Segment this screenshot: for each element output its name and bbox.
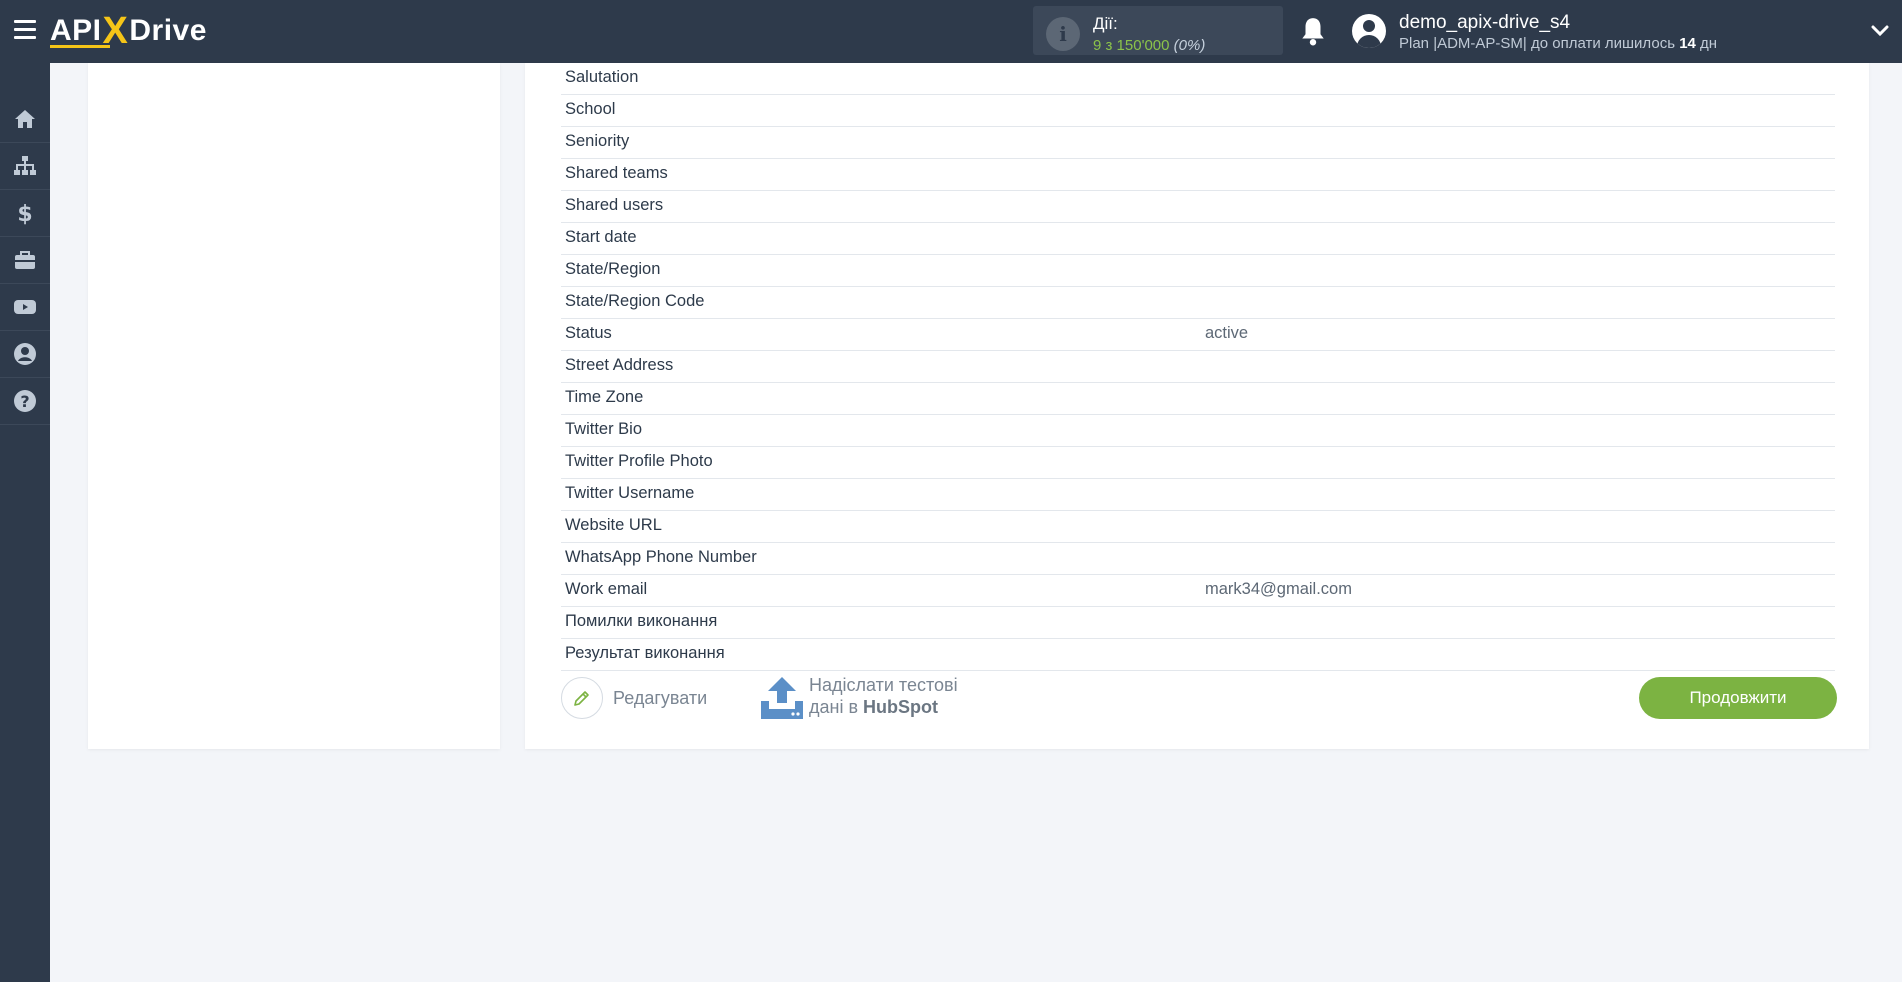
action-footer: Редагувати Надіслати тестові дані в HubS… bbox=[561, 673, 1837, 723]
edit-button[interactable]: Редагувати bbox=[561, 677, 707, 719]
briefcase-icon bbox=[15, 250, 35, 269]
send-label-line2: дані в HubSpot bbox=[809, 697, 938, 718]
field-name: State/Region Code bbox=[565, 292, 705, 310]
field-name: Shared teams bbox=[565, 164, 668, 182]
bell-icon[interactable] bbox=[1300, 16, 1326, 46]
top-bar: API X Drive i Дії: 9 з 150'000 (0%) demo_a… bbox=[0, 0, 1902, 63]
table-row: State/Region bbox=[561, 255, 1835, 287]
send-label-prefix: дані в bbox=[809, 697, 864, 717]
table-row: School bbox=[561, 95, 1835, 127]
field-name: Twitter Username bbox=[565, 484, 695, 502]
table-row: Помилки виконання bbox=[561, 607, 1835, 639]
plan-days: 14 bbox=[1679, 35, 1696, 52]
logo-drive-text: Drive bbox=[129, 14, 207, 47]
field-name: Street Address bbox=[565, 356, 674, 374]
field-name: WhatsApp Phone Number bbox=[565, 548, 757, 566]
home-icon bbox=[15, 109, 35, 128]
field-name: School bbox=[565, 100, 616, 118]
table-row: Website URL bbox=[561, 511, 1835, 543]
apix-drive-logo[interactable]: API X Drive bbox=[50, 10, 207, 52]
plan-text: Plan |ADM-AP-SM| до оплати лишилось bbox=[1399, 35, 1680, 52]
table-row: Shared teams bbox=[561, 159, 1835, 191]
field-name: Time Zone bbox=[565, 388, 644, 406]
table-row: Work email mark34@gmail.com bbox=[561, 575, 1835, 607]
svg-text:$: $ bbox=[17, 202, 32, 225]
logo-api-text: API bbox=[50, 14, 102, 47]
continue-button[interactable]: Продовжити bbox=[1639, 677, 1837, 719]
sidebar-item-services[interactable] bbox=[0, 236, 50, 284]
field-name: Twitter Bio bbox=[565, 420, 643, 438]
field-name: State/Region bbox=[565, 260, 661, 278]
send-label-brand: HubSpot bbox=[863, 697, 939, 717]
field-name: Status bbox=[565, 324, 612, 342]
table-row: Seniority bbox=[561, 127, 1835, 159]
sidebar-item-help[interactable]: ? bbox=[0, 377, 50, 425]
chevron-down-icon[interactable] bbox=[1871, 22, 1889, 40]
table-row: Time Zone bbox=[561, 383, 1835, 415]
sidebar-item-videos[interactable] bbox=[0, 283, 50, 331]
table-row: Shared users bbox=[561, 191, 1835, 223]
dollar-icon: $ bbox=[17, 202, 32, 225]
field-name: Website URL bbox=[565, 516, 662, 534]
sitemap-icon bbox=[14, 155, 36, 175]
table-row: Результат виконання bbox=[561, 639, 1835, 671]
sidebar-item-profile[interactable] bbox=[0, 330, 50, 378]
youtube-icon bbox=[14, 299, 36, 314]
field-name: Shared users bbox=[565, 196, 664, 214]
field-name: Seniority bbox=[565, 132, 630, 150]
table-row: Twitter Username bbox=[561, 479, 1835, 511]
edit-circle bbox=[561, 677, 603, 719]
actions-counter[interactable]: i Дії: 9 з 150'000 (0%) bbox=[1033, 6, 1283, 55]
sidebar-item-home[interactable] bbox=[0, 95, 50, 143]
help-icon: ? bbox=[14, 389, 36, 412]
pencil-icon bbox=[574, 691, 589, 706]
table-row: Twitter Profile Photo bbox=[561, 447, 1835, 479]
table-row: Twitter Bio bbox=[561, 415, 1835, 447]
send-label-line1: Надіслати тестові bbox=[809, 675, 958, 695]
table-row: Street Address bbox=[561, 351, 1835, 383]
actions-count: 9 з 150'000 bbox=[1093, 37, 1170, 54]
field-name: Start date bbox=[565, 228, 637, 246]
table-row: Salutation bbox=[561, 63, 1835, 95]
avatar-icon[interactable] bbox=[1352, 14, 1386, 48]
fields-table: Salutation School Seniority Shared teams Sha… bbox=[561, 63, 1835, 671]
sidebar-item-connections[interactable] bbox=[0, 142, 50, 190]
table-row: State/Region Code bbox=[561, 287, 1835, 319]
table-row: Start date bbox=[561, 223, 1835, 255]
table-row: WhatsApp Phone Number bbox=[561, 543, 1835, 575]
actions-label: Дії: bbox=[1093, 14, 1118, 33]
info-icon: i bbox=[1046, 17, 1080, 51]
actions-value: 9 з 150'000 (0%) bbox=[1093, 37, 1205, 54]
edit-label: Редагувати bbox=[613, 687, 708, 708]
username[interactable]: demo_apix-drive_s4 bbox=[1399, 12, 1570, 34]
field-value: active bbox=[1205, 324, 1249, 342]
plan-days-suffix: дн bbox=[1695, 35, 1718, 52]
field-name: Результат виконання bbox=[565, 644, 725, 662]
sidebar: $ ? bbox=[0, 63, 50, 982]
field-name: Work email bbox=[565, 580, 648, 598]
left-panel bbox=[88, 63, 500, 749]
menu-icon[interactable] bbox=[14, 20, 36, 42]
field-name: Twitter Profile Photo bbox=[565, 452, 713, 470]
main-panel: Salutation School Seniority Shared teams Sha… bbox=[525, 63, 1869, 749]
field-name: Salutation bbox=[565, 68, 639, 86]
actions-percent: (0%) bbox=[1173, 37, 1206, 54]
sidebar-item-billing[interactable]: $ bbox=[0, 189, 50, 237]
logo-underline bbox=[50, 45, 110, 48]
upload-icon bbox=[761, 677, 803, 719]
user-circle-icon bbox=[14, 342, 36, 365]
svg-text:?: ? bbox=[20, 392, 29, 411]
field-value: mark34@gmail.com bbox=[1205, 580, 1352, 598]
plan-info: Plan |ADM-AP-SM| до оплати лишилось 14 д… bbox=[1399, 35, 1717, 52]
table-row: Status active bbox=[561, 319, 1835, 351]
field-name: Помилки виконання bbox=[565, 612, 718, 630]
